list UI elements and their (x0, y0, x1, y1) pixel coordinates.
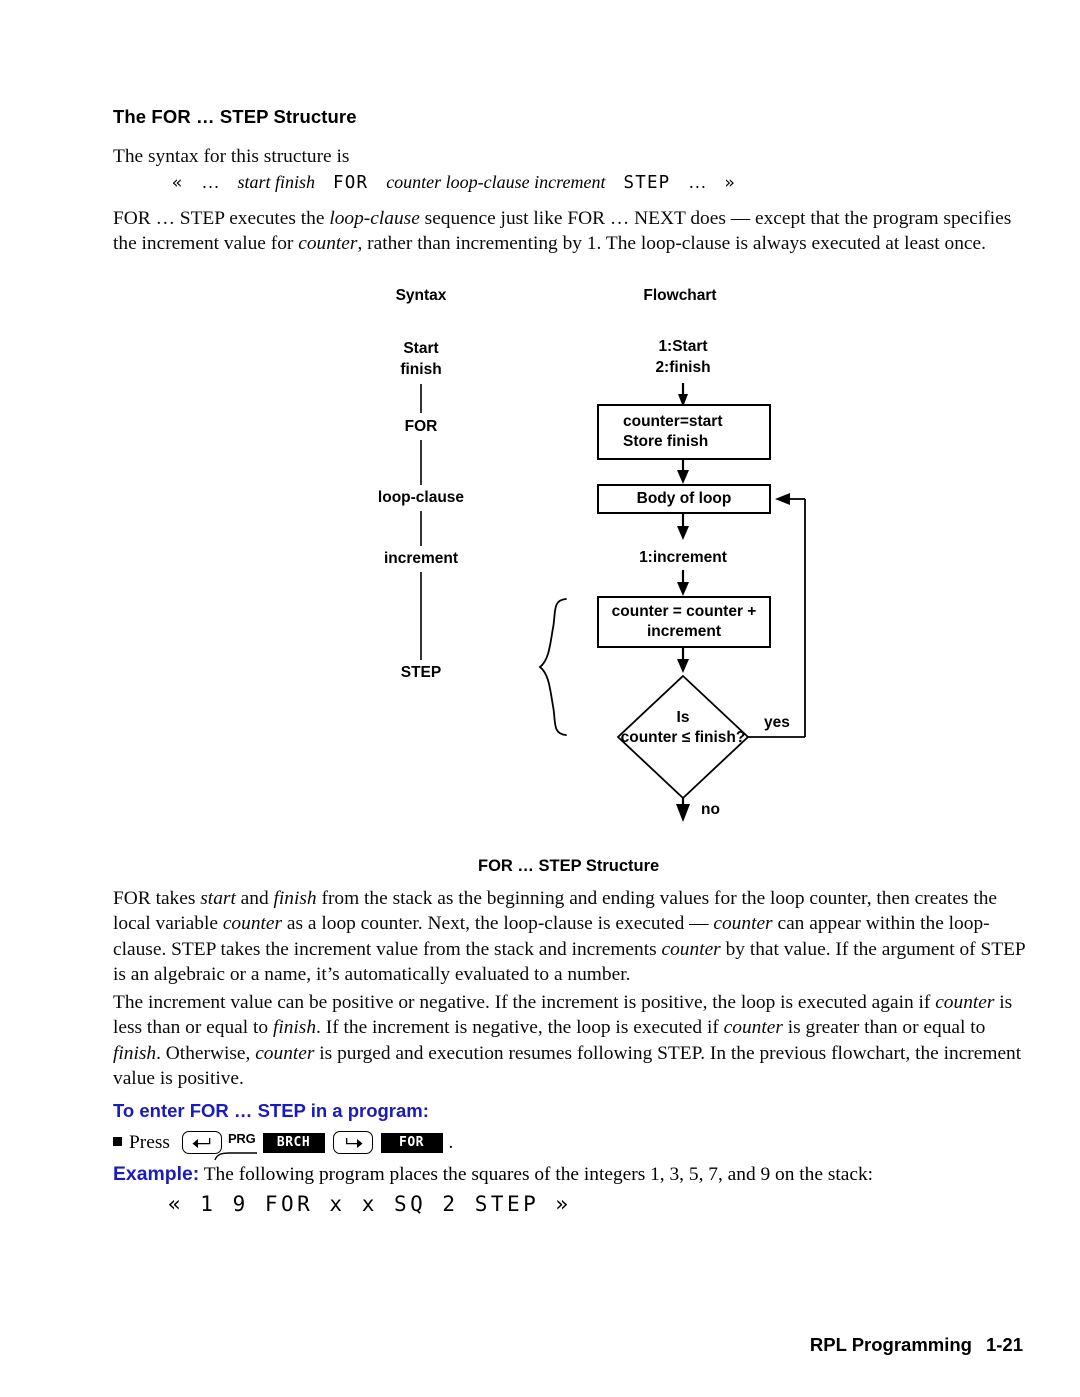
p1-seg-e: , rather than incrementing by 1. The loo… (357, 233, 986, 255)
softkey-brch[interactable]: BRCH (262, 1132, 325, 1153)
example-label: Example: (113, 1163, 200, 1185)
flowchart-box-update-counter: counter = counter + increment (597, 596, 771, 648)
example-line: Example: The following program places th… (113, 1163, 873, 1186)
p3-seg-e: . If the increment is negative, the loop… (316, 1017, 724, 1039)
p3-seg-d: finish (272, 1017, 317, 1039)
box-update-line-1: counter = counter + (611, 603, 757, 620)
flowchart-box-body-of-loop: Body of loop (597, 484, 771, 514)
p2-seg-b: start (200, 888, 236, 909)
syntax-item-start: Start (403, 340, 439, 357)
p3-seg-i: . Otherwise, (156, 1042, 256, 1064)
flowchart-caption: FOR … STEP Structure (478, 857, 660, 875)
syntax-command-step: STEP (623, 173, 671, 193)
p1-seg-a: FOR … STEP executes the (113, 208, 330, 229)
right-shift-key[interactable] (332, 1131, 373, 1154)
softkey-for[interactable]: FOR (380, 1132, 443, 1153)
p3-seg-a: The increment value can be positive or n… (113, 992, 936, 1013)
syntax-command-for: FOR (332, 173, 369, 193)
p3-seg-j: counter (255, 1042, 315, 1064)
left-arrow-hook-icon (192, 1138, 211, 1148)
paragraph-behavior: FOR takes start and finish from the stac… (113, 886, 1025, 987)
intro-paragraph: The syntax for this structure is (113, 146, 350, 167)
syntax-ellipsis-2: … (688, 172, 707, 192)
p2-seg-j: counter (661, 938, 721, 960)
trailing-period: . (448, 1131, 454, 1153)
flowchart-box-initialize: counter=start Store finish (597, 404, 771, 460)
syntax-item-increment: increment (383, 550, 459, 567)
syntax-args-2: counter loop-clause increment (386, 172, 606, 192)
page-footer: RPL Programming 1-21 (810, 1334, 1023, 1356)
procedure-heading: To enter FOR … STEP in a program: (113, 1100, 429, 1121)
syntax-template-line: « … start finish FOR counter loop-clause… (172, 172, 736, 193)
syntax-item-for: FOR (404, 418, 438, 435)
footer-title: RPL Programming (809, 1334, 972, 1355)
bullet-icon (113, 1137, 122, 1146)
box-init-line-1: counter=start (623, 413, 723, 430)
prg-key-label[interactable]: PRG (228, 1131, 256, 1146)
p2-seg-h: counter (713, 913, 773, 935)
stack-increment-label: 1:increment (639, 549, 727, 566)
p2-seg-c: and (235, 888, 274, 909)
p1-seg-b: loop-clause (329, 208, 420, 229)
p2-seg-a: FOR takes (113, 888, 201, 909)
decision-line-2: counter ≤ finish? (620, 729, 746, 746)
p3-seg-g: is greater than or equal to (782, 1017, 986, 1039)
p2-seg-g: as a loop counter. Next, the loop-clause… (282, 913, 714, 935)
document-page: The FOR … STEP Structure The syntax for … (0, 0, 1080, 1397)
syntax-item-step: STEP (400, 664, 442, 681)
branch-label-no: no (701, 801, 720, 818)
paragraph-overview: FOR … STEP executes the loop-clause sequ… (113, 206, 1025, 257)
stack-input-line-1: 1:Start (658, 338, 708, 355)
syntax-args-1: start finish (237, 172, 315, 192)
press-label: Press (129, 1131, 170, 1153)
example-program-code: « 1 9 FOR x x SQ 2 STEP » (168, 1192, 572, 1216)
stack-input-line-2: 2:finish (655, 359, 711, 376)
box-body-label: Body of loop (636, 490, 732, 507)
left-shift-key[interactable] (181, 1131, 222, 1154)
p3-seg-f: counter (723, 1017, 783, 1039)
flowchart-decision-text: Is counter ≤ finish? (583, 708, 783, 748)
p2-seg-f: counter (222, 913, 283, 935)
box-init-line-2: Store finish (623, 433, 709, 450)
p3-seg-b: counter (935, 992, 995, 1013)
keystroke-instruction-line: Press PRG BRCH FOR . (113, 1131, 453, 1154)
flowchart-column-heading-flowchart: Flowchart (643, 287, 717, 304)
box-update-line-2: increment (646, 623, 722, 640)
p3-seg-h: finish (113, 1042, 157, 1064)
example-text: The following program places the squares… (199, 1164, 874, 1185)
prg-underline-swash (214, 1152, 257, 1161)
syntax-item-finish: finish (400, 361, 442, 378)
syntax-ellipsis-1: … (201, 172, 220, 192)
footer-page-number: 1-21 (985, 1334, 1023, 1355)
close-guillemet: » (724, 173, 736, 193)
paragraph-increment-rules: The increment value can be positive or n… (113, 990, 1025, 1091)
page-title: The FOR … STEP Structure (113, 106, 357, 127)
right-arrow-hook-icon (345, 1138, 363, 1148)
decision-line-1: Is (676, 709, 690, 726)
p1-seg-d: counter (298, 233, 358, 255)
flowchart-column-heading-syntax: Syntax (395, 287, 447, 304)
open-guillemet: « (172, 173, 184, 193)
branch-label-yes: yes (764, 714, 790, 731)
p2-seg-d: finish (273, 888, 317, 909)
syntax-item-loop-clause: loop-clause (377, 489, 465, 506)
